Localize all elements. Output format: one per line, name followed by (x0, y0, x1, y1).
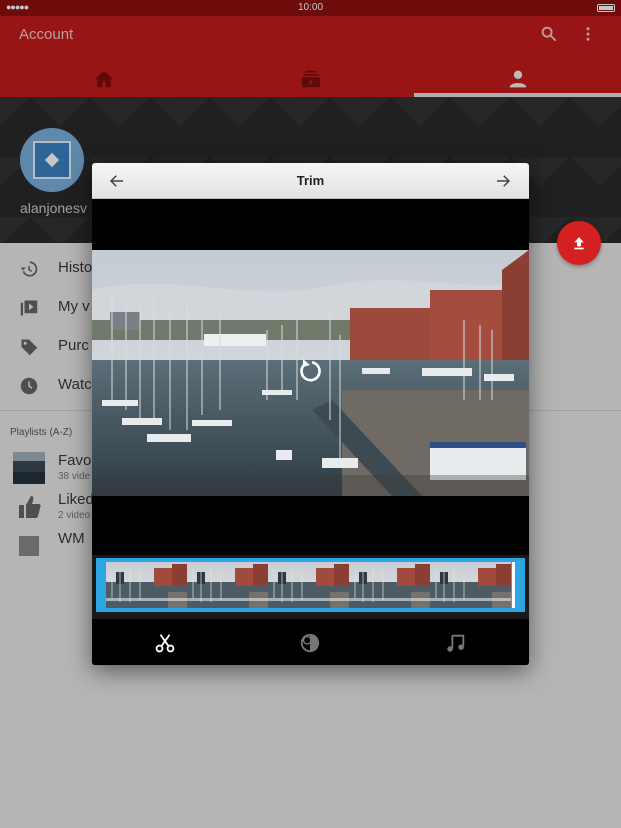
dialog-header: Trim (92, 163, 529, 199)
music-note-icon[interactable] (445, 632, 467, 654)
video-preview[interactable] (92, 250, 529, 496)
editor-toolbar (92, 621, 529, 665)
arrow-forward-icon[interactable] (494, 172, 512, 190)
trim-end-handle[interactable] (512, 562, 515, 608)
timeline-frames (106, 562, 511, 608)
dialog-title: Trim (296, 173, 325, 188)
trim-dialog: Trim (92, 163, 529, 665)
upload-button[interactable] (557, 221, 601, 265)
rotate-icon[interactable] (295, 356, 325, 386)
filters-icon[interactable] (299, 632, 321, 654)
upload-icon (574, 237, 584, 250)
trim-timeline[interactable] (92, 555, 529, 619)
trim-range-selector[interactable] (96, 558, 525, 612)
scissors-icon[interactable] (154, 632, 176, 654)
